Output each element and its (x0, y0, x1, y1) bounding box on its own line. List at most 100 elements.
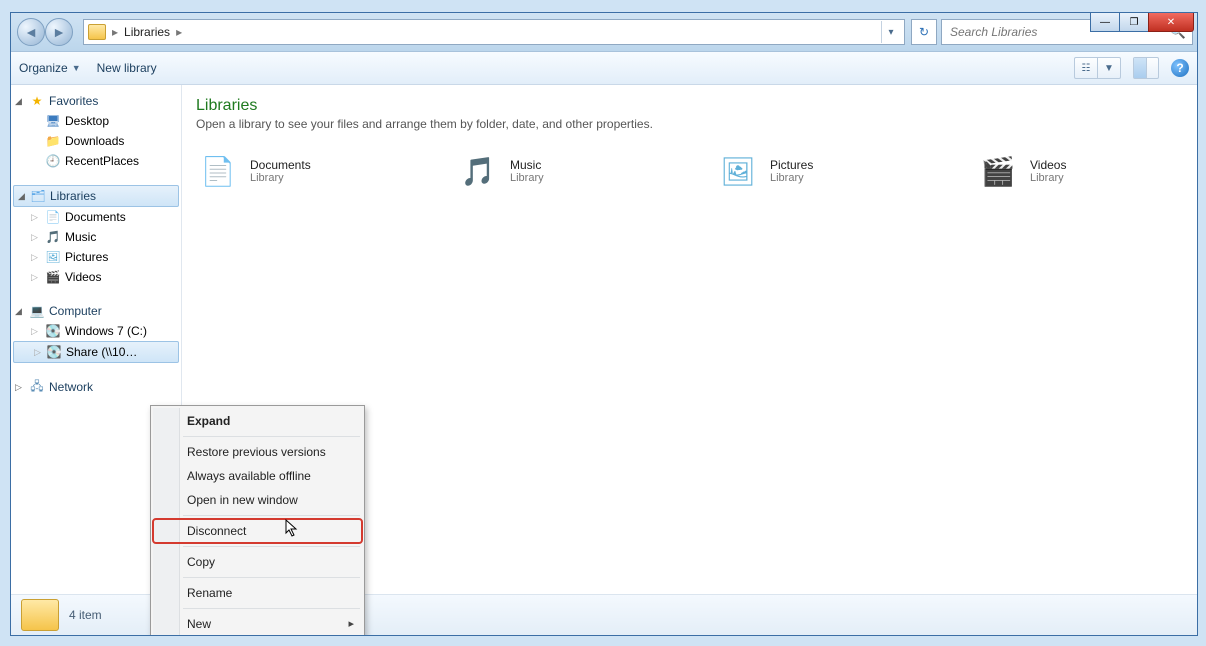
expand-icon[interactable]: ▷ (31, 326, 38, 337)
videos-label: Videos (65, 270, 101, 284)
pictures-label: Pictures (65, 250, 108, 264)
downloads-icon: 📁 (45, 133, 61, 149)
network-icon: 🖧 (29, 379, 45, 395)
preview-pane-button[interactable] (1133, 57, 1159, 79)
library-item-name: Documents (250, 158, 311, 172)
command-right: ☷ ▼ ? (1074, 57, 1189, 79)
sidebar-item-desktop[interactable]: 🖥 Desktop (11, 111, 181, 131)
context-menu-new[interactable]: New (153, 612, 362, 636)
drive-c-label: Windows 7 (C:) (65, 324, 147, 338)
share-label: Share (\\10… (66, 345, 137, 359)
sidebar-item-recentplaces[interactable]: 🕘 RecentPlaces (11, 151, 181, 171)
library-item-documents[interactable]: 📄 Documents Library (196, 149, 396, 193)
collapse-icon[interactable]: ◢ (15, 96, 25, 107)
expand-icon[interactable]: ▷ (31, 212, 38, 223)
address-right: ▾ (881, 21, 900, 43)
context-menu-open-new[interactable]: Open in new window (153, 488, 362, 512)
folder-icon (88, 24, 106, 40)
libraries-icon: 🗂 (30, 188, 46, 204)
network-drive-icon: 💽 (46, 344, 62, 360)
music-icon: 🎵 (456, 149, 500, 193)
close-button[interactable]: ✕ (1148, 12, 1194, 32)
libraries-group: ◢ 🗂 Libraries ▷ 📄 Documents ▷ 🎵 Music ▷ … (11, 185, 181, 287)
videos-icon: 🎬 (976, 149, 1020, 193)
sidebar-item-network[interactable]: ▷ 🖧 Network (11, 377, 181, 397)
library-item-videos[interactable]: 🎬 Videos Library (976, 149, 1176, 193)
forward-button[interactable]: ► (45, 18, 73, 46)
downloads-label: Downloads (65, 134, 124, 148)
sidebar-item-music[interactable]: ▷ 🎵 Music (11, 227, 181, 247)
expand-icon[interactable]: ▷ (31, 232, 38, 243)
sidebar-item-videos[interactable]: ▷ 🎬 Videos (11, 267, 181, 287)
context-menu-copy[interactable]: Copy (153, 550, 362, 574)
context-menu-separator (183, 608, 360, 609)
favorites-label: Favorites (49, 94, 98, 108)
computer-icon: 💻 (29, 303, 45, 319)
context-menu-expand[interactable]: Expand (153, 409, 362, 433)
command-bar: Organize ▼ New library ☷ ▼ ? (11, 52, 1197, 85)
network-group: ▷ 🖧 Network (11, 377, 181, 397)
explorer-window: — ❐ ✕ ◄ ► ▸ Libraries ▸ ▾ ↻ 🔍 Organize ▼ (10, 12, 1198, 636)
address-bar[interactable]: ▸ Libraries ▸ ▾ (83, 19, 905, 45)
chevron-down-icon: ▼ (72, 63, 81, 73)
desktop-icon: 🖥 (45, 113, 61, 129)
sidebar-item-documents[interactable]: ▷ 📄 Documents (11, 207, 181, 227)
page-subtitle: Open a library to see your files and arr… (196, 117, 1183, 131)
chevron-down-icon: ▼ (1098, 58, 1120, 78)
context-menu-separator (183, 515, 360, 516)
videos-icon: 🎬 (45, 269, 61, 285)
expand-icon[interactable]: ▷ (31, 252, 38, 263)
network-label: Network (49, 380, 93, 394)
context-menu: Expand Restore previous versions Always … (150, 405, 365, 636)
library-item-music[interactable]: 🎵 Music Library (456, 149, 656, 193)
titlebar: — ❐ ✕ ◄ ► ▸ Libraries ▸ ▾ ↻ 🔍 (11, 13, 1197, 52)
favorites-group: ◢ ★ Favorites 🖥 Desktop 📁 Downloads 🕘 Re… (11, 91, 181, 171)
expand-icon[interactable]: ▷ (31, 272, 38, 283)
documents-icon: 📄 (196, 149, 240, 193)
context-menu-offline[interactable]: Always available offline (153, 464, 362, 488)
collapse-icon[interactable]: ◢ (18, 191, 28, 202)
sidebar-item-pictures[interactable]: ▷ 🖼 Pictures (11, 247, 181, 267)
sidebar-item-drive-c[interactable]: ▷ 💽 Windows 7 (C:) (11, 321, 181, 341)
context-menu-separator (183, 546, 360, 547)
library-item-name: Pictures (770, 158, 813, 172)
library-item-type: Library (510, 172, 544, 184)
expand-icon[interactable]: ▷ (15, 382, 25, 393)
library-item-type: Library (1030, 172, 1066, 184)
sidebar-item-downloads[interactable]: 📁 Downloads (11, 131, 181, 151)
view-options-button[interactable]: ☷ ▼ (1074, 57, 1121, 79)
documents-label: Documents (65, 210, 126, 224)
context-menu-restore[interactable]: Restore previous versions (153, 440, 362, 464)
pictures-icon: 🖼 (45, 249, 61, 265)
new-library-label: New library (97, 61, 157, 75)
library-grid: 📄 Documents Library 🎵 Music Library 🖼 (196, 149, 1183, 193)
help-button[interactable]: ? (1171, 59, 1189, 77)
sidebar-item-libraries[interactable]: ◢ 🗂 Libraries (13, 185, 179, 207)
status-text: 4 item (69, 608, 102, 622)
new-library-button[interactable]: New library (97, 61, 157, 75)
minimize-button[interactable]: — (1090, 12, 1120, 32)
music-label: Music (65, 230, 96, 244)
music-icon: 🎵 (45, 229, 61, 245)
library-item-name: Videos (1030, 158, 1066, 172)
collapse-icon[interactable]: ◢ (15, 306, 25, 317)
sidebar-item-share[interactable]: ▷ 💽 Share (\\10… (13, 341, 179, 363)
library-item-pictures[interactable]: 🖼 Pictures Library (716, 149, 916, 193)
refresh-button[interactable]: ↻ (911, 19, 937, 45)
expand-icon[interactable]: ▷ (34, 347, 41, 358)
breadcrumb-root[interactable]: Libraries (124, 25, 170, 39)
organize-button[interactable]: Organize ▼ (19, 61, 81, 75)
maximize-button[interactable]: ❐ (1119, 12, 1149, 32)
back-button[interactable]: ◄ (17, 18, 45, 46)
pictures-icon: 🖼 (716, 149, 760, 193)
context-menu-disconnect[interactable]: Disconnect (153, 519, 362, 543)
library-item-name: Music (510, 158, 544, 172)
library-item-type: Library (770, 172, 813, 184)
context-menu-rename[interactable]: Rename (153, 581, 362, 605)
star-icon: ★ (29, 93, 45, 109)
sidebar-item-computer[interactable]: ◢ 💻 Computer (11, 301, 181, 321)
sidebar-item-favorites[interactable]: ◢ ★ Favorites (11, 91, 181, 111)
recent-label: RecentPlaces (65, 154, 139, 168)
organize-label: Organize (19, 61, 68, 75)
address-dropdown-button[interactable]: ▾ (881, 21, 900, 43)
